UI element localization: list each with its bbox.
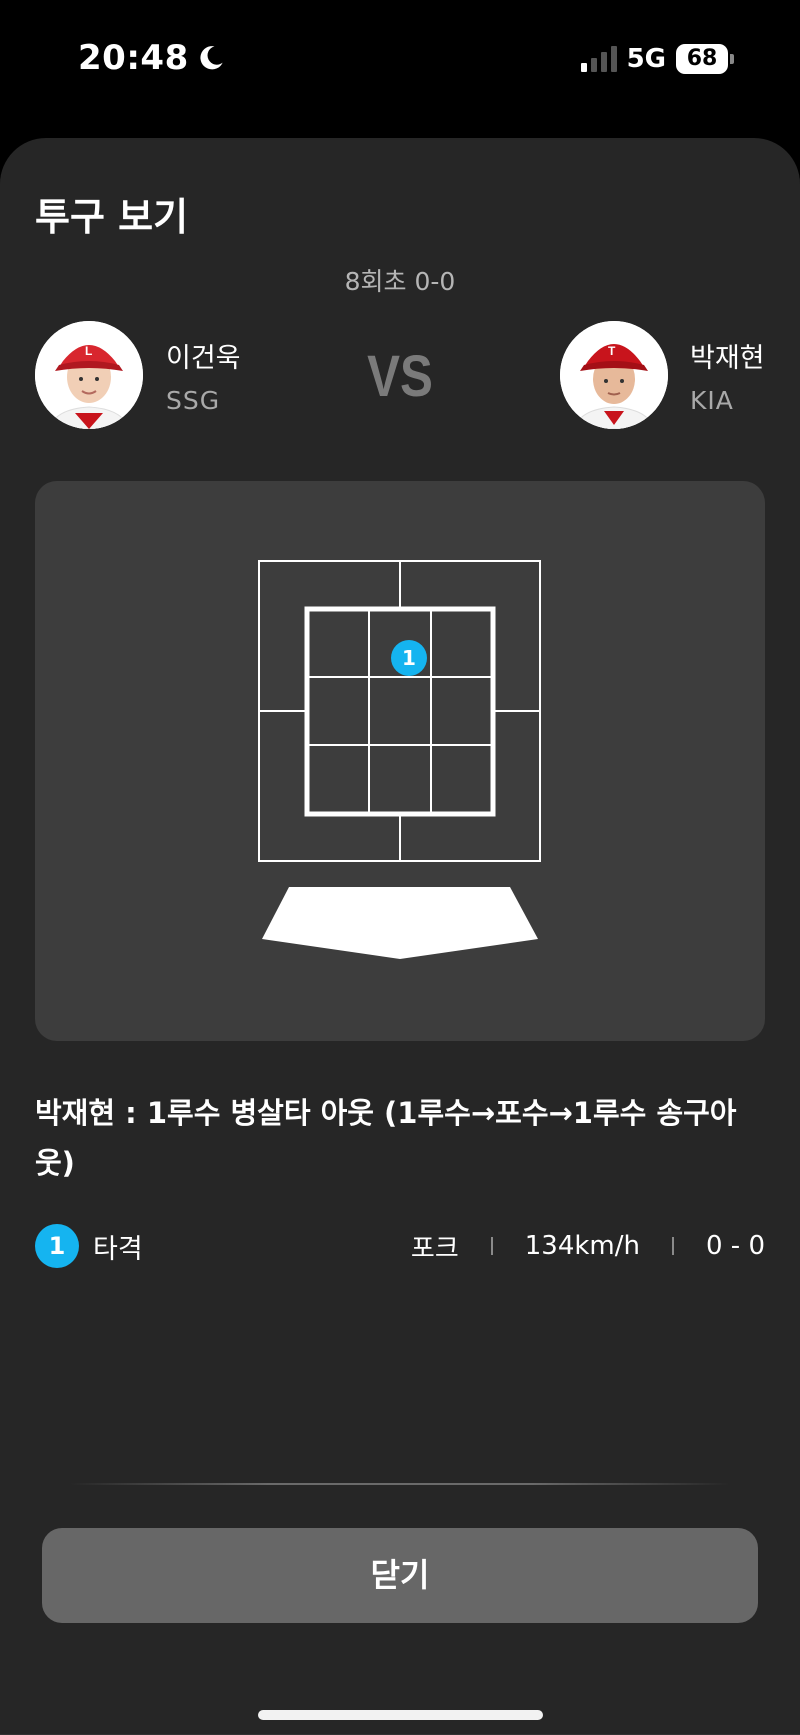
batter-team: KIA [690,386,734,415]
inning-score: 8회초 0-0 [344,267,456,296]
pitch-speed: 134km/h [524,1231,640,1261]
pitcher-team: SSG [166,386,221,415]
battery-icon: 68 [676,44,734,74]
pitch-number-badge: 1 [35,1224,79,1268]
pitch-details: 포크 134km/h 0 - 0 [411,1228,765,1265]
battery-level: 68 [676,44,728,74]
pitch-list-item: 1 타격 포크 134km/h 0 - 0 [35,1224,765,1268]
play-result-text: 박재현 : 1루수 병살타 아웃 (1루수→포수→1루수 송구아웃) [35,1096,737,1180]
batter-avatar: T [560,321,668,429]
sheet-title: 투구 보기 [35,195,189,239]
vs-label: VS [367,344,433,409]
pitch-type: 포크 [410,1233,459,1264]
svg-text:L: L [85,344,92,358]
status-bar: 20:48 5G 68 [0,0,800,120]
pitcher-name: 이건욱 [166,343,241,374]
home-plate [262,887,538,959]
network-type: 5G [626,44,666,74]
time-text: 20:48 [78,38,189,78]
separator [672,1237,674,1255]
signal-bars-icon [580,46,617,72]
pitch-view-sheet: 투구 보기 8회초 0-0 L 이건욱 SSG VS T 박재현 KIA 1 박… [0,138,800,1735]
divider [70,1483,730,1485]
close-button[interactable]: 닫기 [42,1528,758,1623]
strike-zone-diagram [258,560,541,959]
strike-zone-panel: 1 [35,481,765,1041]
pitcher-avatar: L [35,321,143,429]
separator [490,1237,493,1255]
svg-text:T: T [608,344,616,358]
batter-name: 박재현 [690,343,765,374]
player-photo-icon: L [35,321,143,429]
home-indicator[interactable] [258,1710,543,1720]
player-photo-icon: T [560,321,668,429]
inner-strike-zone [304,606,496,817]
pitch-marker[interactable]: 1 [391,640,427,676]
moon-icon [200,46,223,70]
pitch-count: 0 - 0 [706,1231,765,1261]
status-time: 20:48 [78,38,225,78]
pitch-result: 타격 [93,1233,143,1265]
status-indicators: 5G 68 [580,44,734,74]
